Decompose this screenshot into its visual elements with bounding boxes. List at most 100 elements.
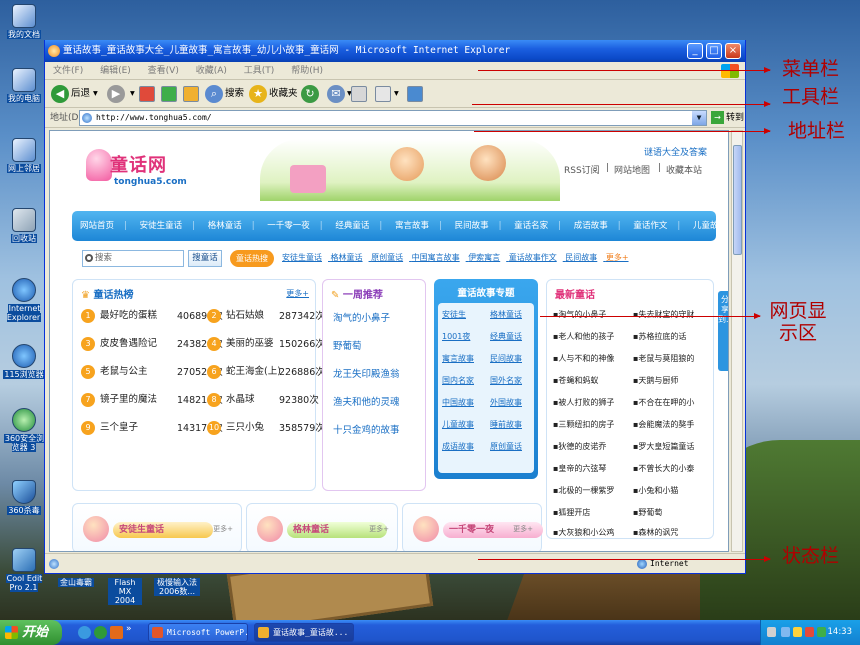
riddle-link[interactable]: 谜语大全及答案 (644, 145, 707, 158)
topic-link[interactable]: 1001夜 (442, 331, 470, 342)
latest-item[interactable]: ▪老鼠与莫阻狼的 (633, 354, 694, 364)
network-icon[interactable] (781, 627, 790, 637)
hot-item[interactable]: 9 三个皇子 (81, 420, 138, 436)
home-button[interactable] (183, 84, 199, 104)
menu-favorites[interactable]: 收藏(A) (196, 66, 227, 76)
latest-item[interactable]: ▪皇帝的六弦琴 (553, 464, 606, 474)
keyword-link[interactable]: 童话故事作文 (509, 253, 557, 262)
weekly-item[interactable]: 龙王失印殿渔翁 (333, 366, 400, 380)
tray-app-icon[interactable] (793, 627, 802, 637)
latest-item[interactable]: ▪大灰狼和小公鸡 (553, 528, 614, 538)
messenger-button[interactable] (407, 84, 423, 104)
browser-115-icon[interactable]: 115浏览器 (2, 344, 46, 379)
section-more-link[interactable]: 更多+ (369, 524, 389, 534)
minimize-button[interactable]: _ (687, 43, 703, 59)
hot-item[interactable]: 1 最好吃的蛋糕 (81, 308, 157, 324)
nav-item[interactable]: 民间故事 (455, 221, 489, 231)
my-computer-icon[interactable]: 我的电脑 (2, 68, 46, 103)
latest-item[interactable]: ▪被人打败的狮子 (553, 398, 614, 408)
menu-file[interactable]: 文件(F) (53, 66, 83, 76)
topic-link[interactable]: 睡前故事 (490, 419, 522, 430)
latest-item[interactable]: ▪狄德的皮诺乔 (553, 442, 606, 452)
go-button[interactable]: → 转到 (711, 110, 744, 126)
ie-icon[interactable]: Internet Explorer (2, 278, 46, 322)
hot-item[interactable]: 8 水晶球 (207, 392, 255, 408)
hot-item[interactable]: 3 皮皮鲁遇险记 (81, 336, 157, 352)
keyword-link[interactable]: 安徒生童话 (282, 253, 322, 262)
mail-button[interactable]: ✉ ▾ (327, 84, 352, 104)
latest-item[interactable]: ▪野葡萄 (633, 508, 662, 518)
bookmark-link[interactable]: 收藏本站 (666, 163, 702, 176)
shield-icon[interactable] (805, 627, 814, 637)
keyword-link[interactable]: 民间故事 (565, 253, 597, 262)
topic-link[interactable]: 经典童话 (490, 331, 522, 342)
browser-360-icon[interactable]: 360安全浏览器 3 (2, 408, 46, 452)
weekly-item[interactable]: 野葡萄 (333, 338, 362, 352)
back-button[interactable]: ◀ 后退 ▾ (51, 84, 98, 104)
nav-item[interactable]: 网站首页 (80, 221, 114, 231)
keyword-link[interactable]: 格林童话 (331, 253, 363, 262)
flash-icon[interactable]: Flash MX 2004 (108, 578, 142, 605)
nav-item[interactable]: 儿童故事 (693, 221, 727, 231)
address-input[interactable]: http://www.tonghua5.com/ ▼ (79, 110, 707, 126)
latest-item[interactable]: ▪不曾长大的小泰 (633, 464, 694, 474)
chevron-down-icon[interactable]: ▼ (692, 111, 706, 125)
keyword-link[interactable]: 伊索寓言 (468, 253, 500, 262)
topic-link[interactable]: 儿童故事 (442, 419, 474, 430)
section-more-link[interactable]: 更多+ (513, 524, 533, 534)
latest-item[interactable]: ▪失去财宝的守财 (633, 310, 694, 320)
latest-item[interactable]: ▪天鹅与厨师 (633, 376, 678, 386)
topic-link[interactable]: 安徒生 (442, 309, 466, 320)
task-ie[interactable]: 童话故事_童话故... (254, 623, 354, 642)
site-search-button[interactable]: 搜童话 (188, 250, 222, 267)
nav-item[interactable]: 成语故事 (574, 221, 608, 231)
keyboard-icon[interactable] (767, 627, 776, 637)
nav-item[interactable]: 童话作文 (633, 221, 667, 231)
nav-item[interactable]: 安徒生童话 (140, 221, 183, 231)
topic-link[interactable]: 民间故事 (490, 353, 522, 364)
topic-link[interactable]: 寓言故事 (442, 353, 474, 364)
latest-item[interactable]: ▪苍蝇和蚂蚁 (553, 376, 598, 386)
latest-item[interactable]: ▪小兔和小猫 (633, 486, 678, 496)
refresh-button[interactable] (161, 84, 177, 104)
site-logo[interactable]: 童话网 tonghua5.com (86, 145, 187, 191)
360-quicklaunch-icon[interactable] (94, 626, 107, 639)
latest-item[interactable]: ▪北极的一棵紫罗 (553, 486, 614, 496)
nav-item[interactable]: 童话名家 (514, 221, 548, 231)
latest-item[interactable]: ▪罗大皇短篇童话 (633, 442, 694, 452)
topic-link[interactable]: 外国故事 (490, 397, 522, 408)
weekly-item[interactable]: 十只金鸡的故事 (333, 422, 400, 436)
media-quicklaunch-icon[interactable] (110, 626, 123, 639)
network-places-icon[interactable]: 网上邻居 (2, 138, 46, 173)
nav-item[interactable]: 寓言故事 (395, 221, 429, 231)
stop-button[interactable] (139, 84, 155, 104)
favorites-button[interactable]: ★ 收藏夹 (249, 84, 298, 104)
menu-help[interactable]: 帮助(H) (291, 66, 323, 76)
topic-link[interactable]: 国外名家 (490, 375, 522, 386)
latest-item[interactable]: ▪人与不和的神像 (553, 354, 614, 364)
hot-item[interactable]: 10 三只小兔 (207, 420, 264, 436)
topic-link[interactable]: 格林童话 (490, 309, 522, 320)
edit-button[interactable]: ▾ (375, 84, 399, 104)
hot-item[interactable]: 4 美丽的巫婆 (207, 336, 274, 352)
history-button[interactable]: ↻ (301, 84, 321, 104)
latest-item[interactable]: ▪不合在在呷的小 (633, 398, 694, 408)
maximize-button[interactable]: □ (706, 43, 722, 59)
my-documents-icon[interactable]: 我的文档 (2, 4, 46, 39)
sitemap-link[interactable]: 网站地图 (614, 163, 650, 176)
site-search-input[interactable]: 搜索 (82, 250, 184, 267)
keyword-link[interactable]: 中国寓言故事 (412, 253, 460, 262)
print-button[interactable] (351, 84, 367, 104)
nav-item[interactable]: 格林童话 (208, 221, 242, 231)
keyword-more-link[interactable]: 更多+ (606, 253, 629, 262)
nav-item[interactable]: 经典童话 (335, 221, 369, 231)
antivirus-tray-icon[interactable] (817, 627, 826, 637)
weekly-item[interactable]: 淘气的小鼻子 (333, 310, 390, 324)
scrollbar-thumb[interactable] (733, 145, 742, 255)
topic-link[interactable]: 国内名家 (442, 375, 474, 386)
kingsoft-icon[interactable]: 金山毒霸 (58, 578, 94, 587)
recycle-bin-icon[interactable]: 回收站 (2, 208, 46, 243)
latest-item[interactable]: ▪会能魔法的獒手 (633, 420, 694, 430)
window-titlebar[interactable]: 童话故事_童话故事大全_儿童故事_寓言故事_幼儿小故事_童话网 - Micros… (45, 40, 745, 62)
forward-button[interactable]: ▶ ▾ (107, 84, 135, 104)
